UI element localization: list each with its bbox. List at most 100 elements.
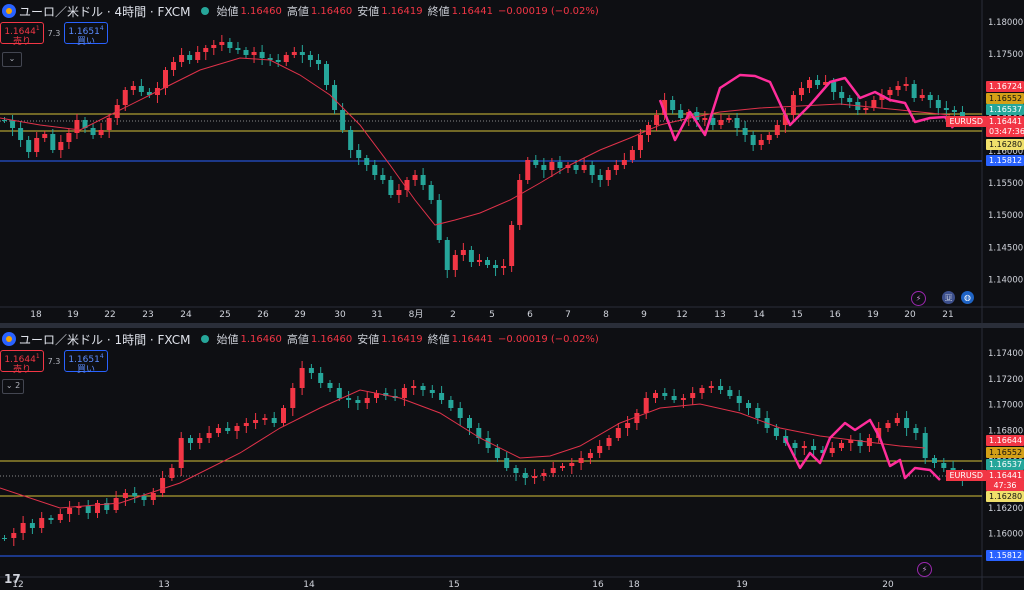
lightning-icon[interactable]: ⚡ [911,291,926,306]
price-tick-label: 1.14500 [988,243,1023,253]
candle-body [678,110,684,118]
candle-body [597,446,603,453]
candle-body [839,443,844,448]
candle-body [355,400,361,403]
candle-body [324,64,329,85]
candle-body [935,100,941,108]
candle-body [589,165,595,175]
candle-body [587,453,593,458]
price-tick-label: 1.16200 [988,504,1023,514]
open-value: 1.16460 [240,5,282,17]
spread-value: 7.3 [47,356,61,366]
chart-panel-4h[interactable]: 1.180001.175001.170001.165001.160001.155… [0,0,1024,323]
candle-body [444,240,450,270]
candle-body [894,418,900,423]
candle-body [66,133,72,142]
candle-body [187,55,193,60]
globe-icon[interactable]: ◍ [961,291,974,304]
candle-body [203,48,209,52]
candle-body [122,493,128,498]
time-tick-label: 31 [371,310,382,320]
candle-body [18,128,24,140]
candle-body [48,518,54,520]
candle-body [541,165,547,170]
candle-body [815,80,821,85]
candle-body [569,463,575,466]
sell-button[interactable]: 1.16441 売り [0,350,44,375]
candle-body [504,458,510,468]
candle-body [439,393,445,400]
price-tick-label: 1.17000 [988,401,1023,411]
candle-body [90,128,96,135]
candle-body [253,420,259,423]
symbol-title[interactable]: ユーロ／米ドル · 4時間 · FXCM [19,3,191,20]
candle-body [98,130,104,135]
candle-body [113,498,119,510]
candle-body [429,390,435,393]
candle-body [227,42,233,48]
candle-body [132,493,138,496]
indicator-collapse-button[interactable]: ⌄ 2 [2,379,24,394]
candle-body [792,443,798,448]
candle-body [163,70,168,88]
candle-body [629,150,635,160]
price-tick-label: 1.17200 [988,375,1023,385]
candle-body [412,175,418,180]
trade-panel-1h: 1.16441 売り 7.3 1.16514 買い [0,350,108,375]
candle-body [215,428,221,433]
candle-body [501,266,507,268]
candle-body [904,418,910,428]
chart-panel-1h[interactable]: 1.174001.172001.170001.168001.166001.164… [0,328,1024,590]
price-tag-open: 1.16537 [986,459,1024,470]
lightning-icon[interactable]: ⚡ [917,562,932,577]
time-tick-label: 16 [829,310,841,320]
price-chart-1h[interactable]: 1.174001.172001.170001.168001.166001.164… [0,328,1024,590]
candle-body [766,135,772,140]
candle-body [613,165,619,170]
candle-body [615,428,621,438]
symbol-title[interactable]: ユーロ／米ドル · 1時間 · FXCM [19,331,191,348]
candle-body [388,180,394,195]
buy-button[interactable]: 1.16514 買い [64,350,108,375]
market-open-dot-icon [200,7,209,15]
candle-body [275,60,281,62]
time-tick-label: 14 [303,580,315,590]
candle-body [517,180,523,225]
buy-button[interactable]: 1.16514 買い [64,22,108,47]
high-label: 高値 [286,5,309,18]
candle-body [50,134,56,150]
candle-body [597,175,603,180]
candle-body [336,388,342,398]
low-value: 1.16419 [381,5,423,17]
tradingview-logo-icon[interactable]: 17 [4,572,21,586]
symbol-tag: EURUSD [946,116,986,127]
candle-body [654,115,660,125]
sell-button[interactable]: 1.16441 売り [0,22,44,47]
indicator-collapse-button[interactable]: ⌄ [2,52,22,67]
price-chart-4h[interactable]: 1.180001.175001.170001.165001.160001.155… [0,0,1024,323]
candle-body [690,393,696,398]
candle-body [315,60,321,64]
candle-body [243,50,249,55]
candle-body [922,433,928,458]
candle-body [346,398,352,400]
candle-body [750,135,756,145]
us-flag-icon[interactable]: 🇺 [942,291,955,304]
bar-timer: 03:47:36 [986,126,1024,137]
candle-body [188,438,193,443]
candle-body [67,508,73,514]
candle-body [625,423,631,428]
candle-body [372,165,378,175]
candle-body [291,52,297,55]
candle-body [913,428,919,433]
price-tag-high: 1.16644 [986,435,1024,446]
candle-body [718,120,724,125]
candle-body [160,478,166,493]
candle-body [460,250,466,255]
candle-body [206,433,212,438]
candle-body [10,120,16,128]
time-tick-label: 18 [628,580,640,590]
symbol-header-4h: ユーロ／米ドル · 4時間 · FXCM 始値 1.16460 高値 1.16460… [2,2,599,20]
time-tick-label: 15 [791,310,802,320]
trade-panel-4h: 1.16441 売り 7.3 1.16514 買い [0,22,108,47]
